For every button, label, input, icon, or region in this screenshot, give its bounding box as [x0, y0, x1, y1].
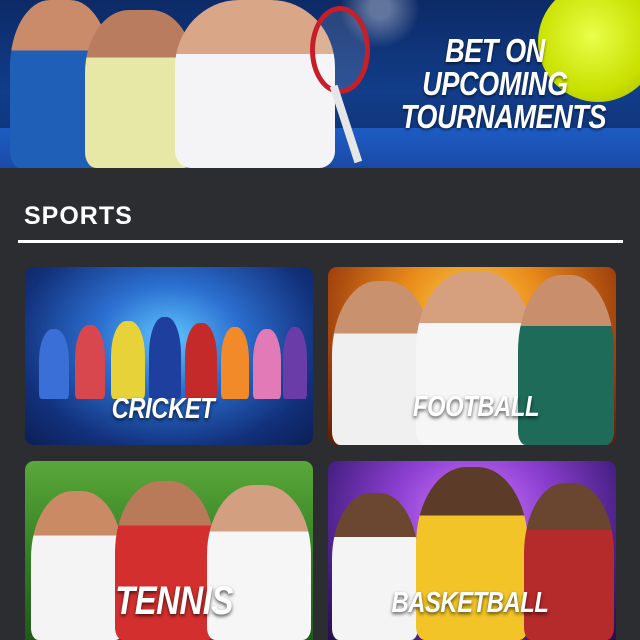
banner-player-image	[175, 0, 335, 168]
banner-headline-line: UPCOMING	[422, 65, 568, 102]
cricket-player-image	[75, 325, 105, 399]
cricket-player-image	[283, 327, 307, 399]
section-title: SPORTS	[24, 202, 133, 230]
sport-card-cricket[interactable]: CRICKET	[25, 267, 313, 445]
cricket-player-image	[221, 327, 249, 399]
tournaments-banner[interactable]: BET ON UPCOMING TOURNAMENTS	[0, 0, 640, 168]
sport-card-label: CRICKET	[111, 393, 215, 425]
sport-card-basketball[interactable]: BASKETBALL	[328, 461, 616, 640]
sport-card-label: TENNIS	[115, 579, 233, 623]
tennis-racket-image	[310, 6, 370, 94]
sport-card-tennis[interactable]: TENNIS	[25, 461, 313, 640]
cricket-player-image	[149, 317, 181, 399]
banner-headline: BET ON UPCOMING TOURNAMENTS	[400, 32, 607, 135]
cricket-player-image	[111, 321, 145, 399]
sport-card-football[interactable]: FOOTBALL	[328, 267, 616, 445]
banner-headline-line: TOURNAMENTS	[400, 98, 607, 135]
cricket-player-image	[39, 329, 69, 399]
cricket-player-image	[253, 329, 281, 399]
sport-card-label: FOOTBALL	[412, 391, 540, 423]
banner-headline-line: BET ON	[445, 32, 545, 69]
sport-card-label: BASKETBALL	[391, 587, 549, 619]
section-divider	[18, 240, 623, 243]
cricket-player-image	[185, 323, 217, 399]
